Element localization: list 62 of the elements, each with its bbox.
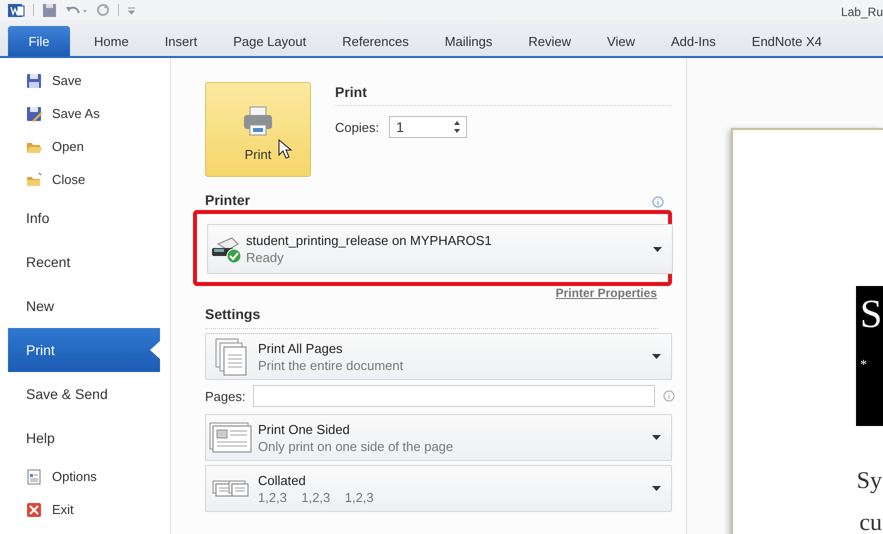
menu-item[interactable]: Save As [8,97,160,130]
ribbon-tab[interactable]: Add-Ins [658,26,728,56]
info-icon [663,390,675,402]
pages-field[interactable] [253,385,655,407]
dropdown-caret-icon [652,354,661,359]
file-tab[interactable]: File [8,26,70,56]
menu-item[interactable]: Close [8,163,160,196]
menu-item[interactable]: Print [8,328,160,372]
menu-item[interactable]: Save & Send [8,372,160,416]
menu-item[interactable]: Recent [8,240,160,284]
ribbon-tab[interactable]: Review [516,26,584,56]
ribbon-tab[interactable]: References [330,26,421,56]
collate-icon [212,478,250,498]
cursor-icon [278,139,292,159]
folder-icon [26,172,42,188]
dropdown-caret-icon [652,435,661,440]
ribbon-tab[interactable]: Home [82,26,141,56]
ribbon-tab[interactable]: Mailings [432,26,504,56]
close-icon [26,502,42,518]
settings-dropdown[interactable]: Collated 1,2,3 1,2,3 1,2,3 [205,465,672,512]
document-text: Sy [856,467,882,496]
info-icon [652,196,664,208]
save-icon [26,72,42,88]
window-title: Lab_Ru [840,5,883,19]
save-as-icon [26,106,42,122]
redo-icon [96,3,110,17]
spin-arrows-icon [453,120,462,134]
menu-item[interactable]: New [8,284,160,328]
dropdown-caret-icon [653,246,662,252]
banner-mark: * [860,358,868,374]
copies-label: Copies: [335,120,380,134]
document-icon [26,468,42,484]
menu-item[interactable]: Save [8,64,160,97]
page-icon [209,422,253,454]
copies-spinner[interactable]: 1 [389,116,468,138]
customize-toolbar-icon [127,5,136,15]
menu-item[interactable]: Info [8,196,160,240]
printer-dropdown[interactable]: student_printing_release on MYPHAROS1 Ready [207,224,673,274]
printer-icon [242,104,274,136]
menu-item[interactable]: Exit [8,493,160,526]
pointer-notch-icon [150,341,160,359]
ribbon-tab[interactable]: Insert [152,26,210,56]
save-icon [42,2,57,18]
app-logo-icon [8,2,25,18]
menu-item[interactable]: Open [8,130,160,163]
menu-item[interactable]: Help [8,416,160,460]
section-heading: Settings [205,306,658,329]
pages-icon [215,338,247,376]
ribbon-tab[interactable]: EndNote X4 [740,26,834,56]
banner-text: S [860,292,883,336]
settings-dropdown[interactable]: Print All Pages Print the entire document [205,333,672,380]
settings-dropdown[interactable]: Print One Sided Only print on one side of the page [205,414,672,461]
menu-item[interactable]: Options [8,460,160,493]
dropdown-caret-icon [652,486,661,491]
section-heading: Printer [205,192,250,208]
pages-label: Pages: [205,388,246,404]
document-text: cu [859,509,882,534]
ribbon-tab[interactable]: View [595,26,647,56]
ribbon-tab[interactable]: Page Layout [221,26,318,56]
print-button[interactable]: Print [205,82,311,177]
section-heading: Print [335,84,672,106]
printer-properties-link[interactable]: Printer Properties [556,286,657,300]
